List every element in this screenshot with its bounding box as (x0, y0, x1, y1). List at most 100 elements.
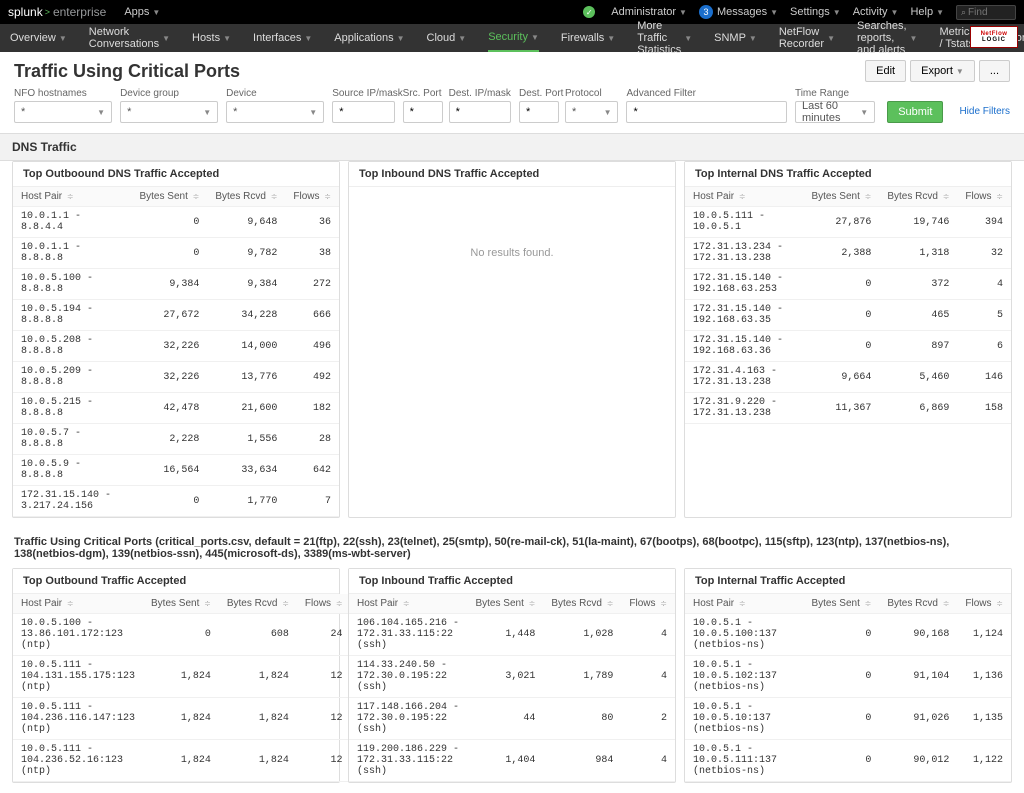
table-row[interactable]: 172.31.15.140 - 192.168.63.3504655 (685, 300, 1011, 331)
table-row[interactable]: 172.31.15.140 - 3.217.24.15601,7707 (13, 486, 339, 517)
table-cell: 117.148.166.204 - 172.30.0.195:22 (ssh) (349, 698, 467, 740)
crit-inbound-card: Top Inbound Traffic Accepted Host Pair ≑… (348, 568, 676, 783)
apps-menu[interactable]: Apps▼ (124, 6, 160, 18)
table-row[interactable]: 10.0.5.1 - 10.0.5.100:137 (netbios-ns)09… (685, 614, 1011, 656)
table-row[interactable]: 10.0.5.209 - 8.8.8.832,22613,776492 (13, 362, 339, 393)
protocol-dropdown[interactable]: *▼ (565, 101, 618, 123)
table-row[interactable]: 119.200.186.229 - 172.31.33.115:22 (ssh)… (349, 740, 675, 782)
messages-menu[interactable]: 3Messages▼ (699, 5, 778, 19)
dest-port-input[interactable] (519, 101, 559, 123)
table-row[interactable]: 10.0.5.100 - 8.8.8.89,3849,384272 (13, 269, 339, 300)
table-cell: 4 (621, 614, 675, 656)
table-row[interactable]: 114.33.240.50 - 172.30.0.195:22 (ssh)3,0… (349, 656, 675, 698)
column-header[interactable]: Bytes Sent ≑ (803, 594, 879, 614)
advanced-filter-input[interactable] (626, 101, 786, 123)
table-cell: 1,556 (207, 424, 285, 455)
device-group-dropdown[interactable]: *▼ (120, 101, 218, 123)
edit-button[interactable]: Edit (865, 60, 906, 82)
table-row[interactable]: 172.31.13.234 - 172.31.13.2382,3881,3183… (685, 238, 1011, 269)
table-row[interactable]: 10.0.5.215 - 8.8.8.842,47821,600182 (13, 393, 339, 424)
table-row[interactable]: 10.0.5.1 - 10.0.5.102:137 (netbios-ns)09… (685, 656, 1011, 698)
column-header[interactable]: Flows ≑ (957, 187, 1011, 207)
table-cell: 42,478 (131, 393, 207, 424)
brand[interactable]: splunk > enterprise (8, 5, 106, 19)
column-header[interactable]: Bytes Rcvd ≑ (879, 187, 957, 207)
table-row[interactable]: 10.0.5.100 - 13.86.101.172:123 (ntp)0608… (13, 614, 351, 656)
table-row[interactable]: 172.31.4.163 - 172.31.13.2389,6645,46014… (685, 362, 1011, 393)
table-cell: 27,672 (131, 300, 207, 331)
help-menu[interactable]: Help▼ (910, 6, 944, 18)
table-row[interactable]: 10.0.5.111 - 104.236.116.147:123 (ntp)1,… (13, 698, 351, 740)
table-cell: 12 (297, 698, 351, 740)
table-row[interactable]: 10.0.5.1 - 10.0.5.111:137 (netbios-ns)09… (685, 740, 1011, 782)
column-header[interactable]: Host Pair ≑ (685, 187, 803, 207)
export-button[interactable]: Export▼ (910, 60, 975, 82)
table-cell: 1,824 (219, 698, 297, 740)
find-box[interactable]: ⌕ (956, 5, 1016, 20)
nav-tab-netflow-recorder[interactable]: NetFlow Recorder▼ (779, 24, 835, 52)
nav-tab-security[interactable]: Security▼ (488, 24, 539, 52)
admin-menu[interactable]: Administrator▼ (611, 6, 687, 18)
device-dropdown[interactable]: *▼ (226, 101, 324, 123)
more-button[interactable]: ... (979, 60, 1010, 82)
table-cell: 114.33.240.50 - 172.30.0.195:22 (ssh) (349, 656, 467, 698)
nav-tab-firewalls[interactable]: Firewalls▼ (561, 24, 615, 52)
table-row[interactable]: 117.148.166.204 - 172.30.0.195:22 (ssh)4… (349, 698, 675, 740)
table-row[interactable]: 10.0.1.1 - 8.8.4.409,64836 (13, 207, 339, 238)
column-header[interactable]: Host Pair ≑ (349, 594, 467, 614)
column-header[interactable]: Bytes Sent ≑ (467, 594, 543, 614)
table-row[interactable]: 10.0.5.1 - 10.0.5.10:137 (netbios-ns)091… (685, 698, 1011, 740)
column-header[interactable]: Bytes Sent ≑ (803, 187, 879, 207)
table-row[interactable]: 172.31.15.140 - 192.168.63.3608976 (685, 331, 1011, 362)
chevron-down-icon: ▼ (956, 67, 964, 76)
source-ip-input[interactable] (332, 101, 394, 123)
column-header[interactable]: Flows ≑ (957, 594, 1011, 614)
hide-filters-link[interactable]: Hide Filters (959, 94, 1010, 117)
table-row[interactable]: 172.31.15.140 - 192.168.63.25303724 (685, 269, 1011, 300)
nav-tab-searches-reports-and-alerts[interactable]: Searches, reports, and alerts▼ (857, 24, 917, 52)
submit-button[interactable]: Submit (887, 101, 943, 123)
column-header[interactable]: Bytes Rcvd ≑ (879, 594, 957, 614)
table-row[interactable]: 10.0.1.1 - 8.8.8.809,78238 (13, 238, 339, 269)
source-port-input[interactable] (403, 101, 443, 123)
nfo-dropdown[interactable]: *▼ (14, 101, 112, 123)
column-header[interactable]: Bytes Sent ≑ (131, 187, 207, 207)
nav-tab-interfaces[interactable]: Interfaces▼ (253, 24, 312, 52)
column-header[interactable]: Flows ≑ (285, 187, 339, 207)
nav-tab-network-conversations[interactable]: Network Conversations▼ (89, 24, 170, 52)
time-range-dropdown[interactable]: Last 60 minutes▼ (795, 101, 875, 123)
table-row[interactable]: 10.0.5.111 - 104.236.52.16:123 (ntp)1,82… (13, 740, 351, 782)
nav-tab-snmp[interactable]: SNMP▼ (714, 24, 757, 52)
find-input[interactable] (968, 7, 1011, 18)
table-row[interactable]: 10.0.5.111 - 10.0.5.127,87619,746394 (685, 207, 1011, 238)
column-header[interactable]: Flows ≑ (297, 594, 351, 614)
table-row[interactable]: 10.0.5.208 - 8.8.8.832,22614,000496 (13, 331, 339, 362)
table-cell: 4 (621, 656, 675, 698)
activity-menu[interactable]: Activity▼ (853, 6, 899, 18)
table-row[interactable]: 106.104.165.216 - 172.31.33.115:22 (ssh)… (349, 614, 675, 656)
nav-tab-more-traffic-statistics[interactable]: More Traffic Statistics▼ (637, 24, 692, 52)
column-header[interactable]: Host Pair ≑ (685, 594, 803, 614)
table-cell: 465 (879, 300, 957, 331)
column-header[interactable]: Bytes Sent ≑ (143, 594, 219, 614)
table-row[interactable]: 10.0.5.194 - 8.8.8.827,67234,228666 (13, 300, 339, 331)
table-row[interactable]: 172.31.9.220 - 172.31.13.23811,3676,8691… (685, 393, 1011, 424)
column-header[interactable]: Host Pair ≑ (13, 187, 131, 207)
column-header[interactable]: Bytes Rcvd ≑ (219, 594, 297, 614)
nav-tab-hosts[interactable]: Hosts▼ (192, 24, 231, 52)
column-header[interactable]: Host Pair ≑ (13, 594, 143, 614)
destip-label: Dest. IP/mask (449, 88, 511, 99)
table-row[interactable]: 10.0.5.7 - 8.8.8.82,2281,55628 (13, 424, 339, 455)
settings-menu[interactable]: Settings▼ (790, 6, 841, 18)
table-row[interactable]: 10.0.5.111 - 104.131.155.175:123 (ntp)1,… (13, 656, 351, 698)
nav-tab-overview[interactable]: Overview▼ (10, 24, 67, 52)
column-header[interactable]: Bytes Rcvd ≑ (207, 187, 285, 207)
table-row[interactable]: 10.0.5.9 - 8.8.8.816,56433,634642 (13, 455, 339, 486)
status-ok[interactable] (583, 6, 599, 18)
chevron-down-icon: ▼ (891, 8, 899, 17)
nav-tab-cloud[interactable]: Cloud▼ (427, 24, 467, 52)
dest-ip-input[interactable] (449, 101, 511, 123)
column-header[interactable]: Bytes Rcvd ≑ (543, 594, 621, 614)
nav-tab-applications[interactable]: Applications▼ (334, 24, 404, 52)
column-header[interactable]: Flows ≑ (621, 594, 675, 614)
